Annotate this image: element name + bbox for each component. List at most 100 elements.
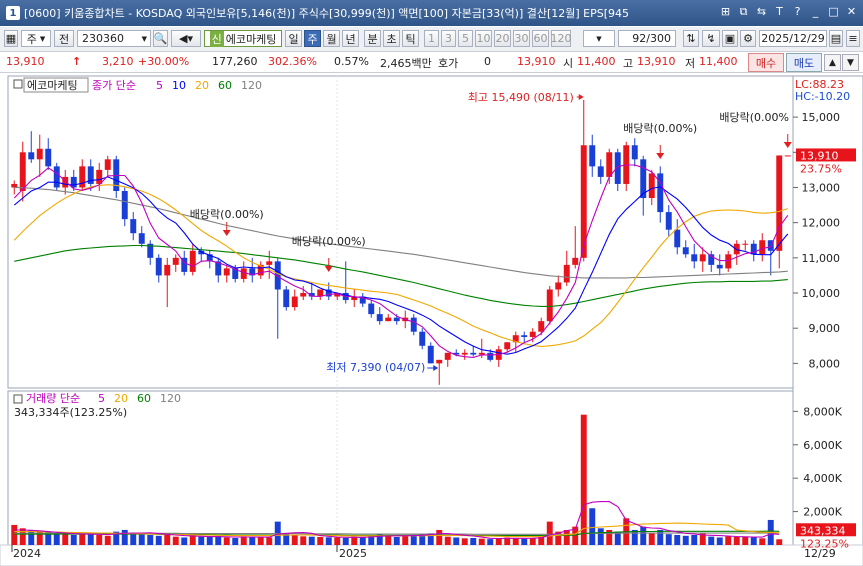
- volume-bar: [725, 536, 732, 545]
- volume-bar: [79, 533, 86, 545]
- x-axis-label-2025: 2025: [339, 547, 367, 560]
- candle-body: [368, 303, 375, 315]
- price-tick-label: 13,000: [802, 181, 841, 194]
- volume-bar: [436, 529, 443, 545]
- candle-body: [436, 359, 443, 364]
- current-price-pct: 23.75%: [800, 162, 842, 175]
- volume-bar: [342, 537, 349, 545]
- vma-legend-5: 5: [98, 392, 105, 405]
- volume-bar: [597, 528, 604, 545]
- stock-chart[interactable]: 15,00014,00013,00012,00011,00010,0009,00…: [0, 0, 863, 566]
- volume-bar: [640, 526, 647, 545]
- low-annotation: 최저 7,390 (04/07): [326, 361, 425, 374]
- x-axis-label-2024: 2024: [13, 547, 41, 560]
- volume-bar: [87, 534, 94, 545]
- candle-body: [546, 289, 553, 322]
- candle-body: [155, 257, 162, 276]
- volume-bar: [317, 536, 324, 545]
- candle-body: [597, 166, 604, 177]
- dividend-annotation: 배당락(0.00%): [292, 235, 366, 248]
- volume-tick-label: 2,000K: [803, 506, 842, 519]
- candle-body: [300, 293, 307, 297]
- volume-bar: [19, 528, 26, 545]
- candle-body: [631, 145, 638, 160]
- volume-bar: [648, 533, 655, 545]
- ma-legend-60: 60: [218, 79, 232, 92]
- candle-body: [385, 317, 392, 322]
- volume-bar: [206, 536, 213, 545]
- volume-bar: [164, 533, 171, 545]
- candle-body: [784, 155, 791, 157]
- volume-bar: [334, 537, 341, 545]
- volume-bar: [291, 534, 298, 545]
- vma-legend-120: 120: [160, 392, 181, 405]
- volume-bar: [487, 539, 494, 545]
- candle-body: [470, 352, 477, 355]
- volume-bar: [104, 535, 111, 545]
- volume-bar: [351, 536, 358, 545]
- volume-bar: [249, 536, 256, 545]
- candle-body: [104, 159, 111, 170]
- candle-body: [444, 352, 451, 360]
- candle-body: [461, 352, 468, 355]
- candle-body: [11, 183, 18, 188]
- volume-tick-label: 4,000K: [803, 472, 842, 485]
- candle-body: [589, 145, 596, 167]
- volume-tick-label: 8,000K: [803, 405, 842, 418]
- volume-bar: [776, 539, 783, 545]
- candle-body: [504, 342, 511, 350]
- candle-body: [742, 243, 749, 245]
- volume-bar: [240, 536, 247, 545]
- volume-bar: [257, 536, 264, 545]
- candle-body: [189, 250, 196, 272]
- candle-body: [614, 152, 621, 184]
- dividend-annotation: 배당락(0.00%): [190, 208, 264, 221]
- volume-bar: [62, 534, 69, 545]
- ma-legend-10: 10: [172, 79, 186, 92]
- candle-body: [776, 155, 783, 251]
- volume-bar: [223, 537, 230, 545]
- candle-body: [555, 282, 562, 290]
- volume-bar: [759, 538, 766, 545]
- volume-bar: [393, 536, 400, 545]
- candle-body: [121, 190, 128, 220]
- candle-body: [410, 317, 417, 332]
- volume-bar: [266, 537, 273, 545]
- candle-body: [130, 219, 137, 234]
- candle-body: [376, 314, 383, 322]
- volume-bar: [325, 537, 332, 545]
- candle-body: [172, 257, 179, 265]
- candle-body: [53, 166, 60, 188]
- volume-bar: [708, 536, 715, 545]
- price-tick-label: 12,000: [802, 217, 841, 230]
- candle-body: [164, 264, 171, 276]
- volume-bar: [512, 537, 519, 545]
- candle-body: [223, 268, 230, 276]
- candle-body: [45, 148, 52, 167]
- vma-legend-20: 20: [114, 392, 128, 405]
- candle-body: [36, 148, 43, 160]
- candle-body: [529, 331, 536, 337]
- candle-body: [716, 264, 723, 269]
- volume-bar: [580, 414, 587, 545]
- volume-bar: [750, 537, 757, 545]
- candle-body: [487, 352, 494, 360]
- price-tick-label: 8,000: [809, 357, 841, 370]
- candle-body: [419, 331, 426, 346]
- price-tick-label: 15,000: [802, 111, 841, 124]
- volume-bar: [631, 529, 638, 545]
- volume-bar: [546, 521, 553, 545]
- candle-body: [725, 254, 732, 269]
- candle-body: [759, 240, 766, 255]
- volume-bar: [529, 538, 536, 545]
- candle-body: [266, 261, 273, 265]
- candle-body: [521, 335, 528, 337]
- candle-body: [291, 296, 298, 308]
- vma-legend-60: 60: [137, 392, 151, 405]
- price-legend-label: 종가 단순: [92, 79, 136, 92]
- volume-bar: [96, 534, 103, 545]
- volume-bar: [172, 536, 179, 545]
- volume-bar: [444, 536, 451, 545]
- current-volume-tag-label: 343,334: [800, 524, 846, 537]
- ma-legend-5: 5: [156, 79, 163, 92]
